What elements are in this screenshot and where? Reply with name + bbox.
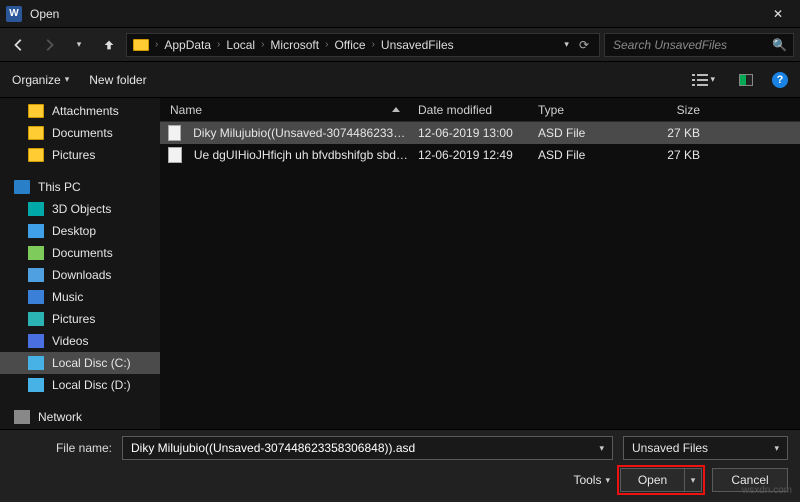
column-headers: Name Date modified Type Size [160,98,800,122]
file-list[interactable]: Diky Milujubio((Unsaved-3074486233583… 1… [160,122,800,429]
3d-icon [28,202,44,216]
file-icon [168,125,181,141]
sort-asc-icon [392,107,400,112]
breadcrumb-item[interactable]: AppData [160,38,215,52]
search-input[interactable]: Search UnsavedFiles 🔍 [604,33,794,57]
arrow-left-icon [12,38,26,52]
sidebar-item-pictures[interactable]: Pictures [0,144,160,166]
chevron-down-icon[interactable]: ▾ [599,443,604,454]
file-filter-dropdown[interactable]: Unsaved Files ▾ [623,436,788,460]
search-icon: 🔍 [772,38,787,52]
sidebar-item-local-disc-d[interactable]: Local Disc (D:) [0,374,160,396]
sidebar-item-network[interactable]: Network [0,406,160,428]
file-area: Name Date modified Type Size Diky Miluju… [160,98,800,429]
help-button[interactable]: ? [772,72,788,88]
sidebar-item-documents[interactable]: Documents [0,122,160,144]
breadcrumb-item[interactable]: Office [330,38,369,52]
organize-button[interactable]: Organize▾ [12,73,69,87]
forward-button[interactable] [36,32,62,58]
file-row[interactable]: Ue dgUIHioJHficjh uh bfvdbshifgb sbdf… 1… [160,144,800,166]
refresh-icon[interactable]: ⟳ [579,38,589,52]
filename-input[interactable]: Diky Milujubio((Unsaved-3074486233583068… [122,436,613,460]
chevron-down-icon[interactable]: ▾ [564,39,569,50]
pictures-icon [28,312,44,326]
app-icon: W [6,6,22,22]
videos-icon [28,334,44,348]
network-icon [14,410,30,424]
chevron-right-icon: › [261,39,264,50]
arrow-right-icon [42,38,56,52]
view-mode-button[interactable]: ▾ [687,70,720,90]
disk-icon [28,378,44,392]
footer: File name: Diky Milujubio((Unsaved-30744… [0,429,800,502]
breadcrumb-item[interactable]: Microsoft [266,38,323,52]
documents-icon [28,246,44,260]
folder-icon [28,104,44,118]
watermark: wsxdn.com [742,485,792,496]
chevron-down-icon: ▾ [691,475,696,486]
folder-icon [28,148,44,162]
list-icon [692,73,708,87]
sidebar-item-downloads[interactable]: Downloads [0,264,160,286]
toolbar: Organize▾ New folder ▾ ? [0,62,800,98]
sidebar-item-local-disc-c[interactable]: Local Disc (C:) [0,352,160,374]
sidebar-item-music[interactable]: Music [0,286,160,308]
arrow-up-icon [102,38,116,52]
sidebar-item-documents-pc[interactable]: Documents [0,242,160,264]
pc-icon [14,180,30,194]
desktop-icon [28,224,44,238]
pane-icon [739,74,753,86]
file-icon [168,147,182,163]
search-placeholder: Search UnsavedFiles [613,38,766,52]
open-split-button[interactable]: ▾ [684,468,702,492]
downloads-icon [28,268,44,282]
sidebar-item-pictures-pc[interactable]: Pictures [0,308,160,330]
tools-dropdown[interactable]: Tools▾ [573,473,610,487]
disk-icon [28,356,44,370]
close-button[interactable]: ✕ [756,0,800,28]
sidebar[interactable]: Attachments Documents Pictures This PC 3… [0,98,160,429]
open-button[interactable]: Open [620,468,684,492]
file-row[interactable]: Diky Milujubio((Unsaved-3074486233583… 1… [160,122,800,144]
window-title: Open [30,7,756,21]
breadcrumb-item[interactable]: UnsavedFiles [377,38,458,52]
new-folder-button[interactable]: New folder [89,73,146,87]
sidebar-item-attachments[interactable]: Attachments [0,100,160,122]
back-button[interactable] [6,32,32,58]
sidebar-item-3d-objects[interactable]: 3D Objects [0,198,160,220]
recent-dropdown[interactable]: ▾ [66,32,92,58]
chevron-right-icon: › [217,39,220,50]
folder-icon [133,39,149,51]
chevron-right-icon: › [325,39,328,50]
column-name[interactable]: Name [160,103,408,117]
chevron-right-icon: › [372,39,375,50]
filename-label: File name: [12,441,112,455]
chevron-right-icon: › [155,39,158,50]
sidebar-item-desktop[interactable]: Desktop [0,220,160,242]
up-button[interactable] [96,32,122,58]
breadcrumb[interactable]: › AppData › Local › Microsoft › Office ›… [126,33,600,57]
titlebar: W Open ✕ [0,0,800,28]
breadcrumb-item[interactable]: Local [222,38,259,52]
nav-row: ▾ › AppData › Local › Microsoft › Office… [0,28,800,62]
sidebar-item-this-pc[interactable]: This PC [0,176,160,198]
sidebar-item-videos[interactable]: Videos [0,330,160,352]
folder-icon [28,126,44,140]
column-type[interactable]: Type [528,103,638,117]
column-size[interactable]: Size [638,103,718,117]
preview-pane-button[interactable] [734,71,758,89]
column-date[interactable]: Date modified [408,103,528,117]
music-icon [28,290,44,304]
chevron-down-icon: ▾ [774,443,779,454]
